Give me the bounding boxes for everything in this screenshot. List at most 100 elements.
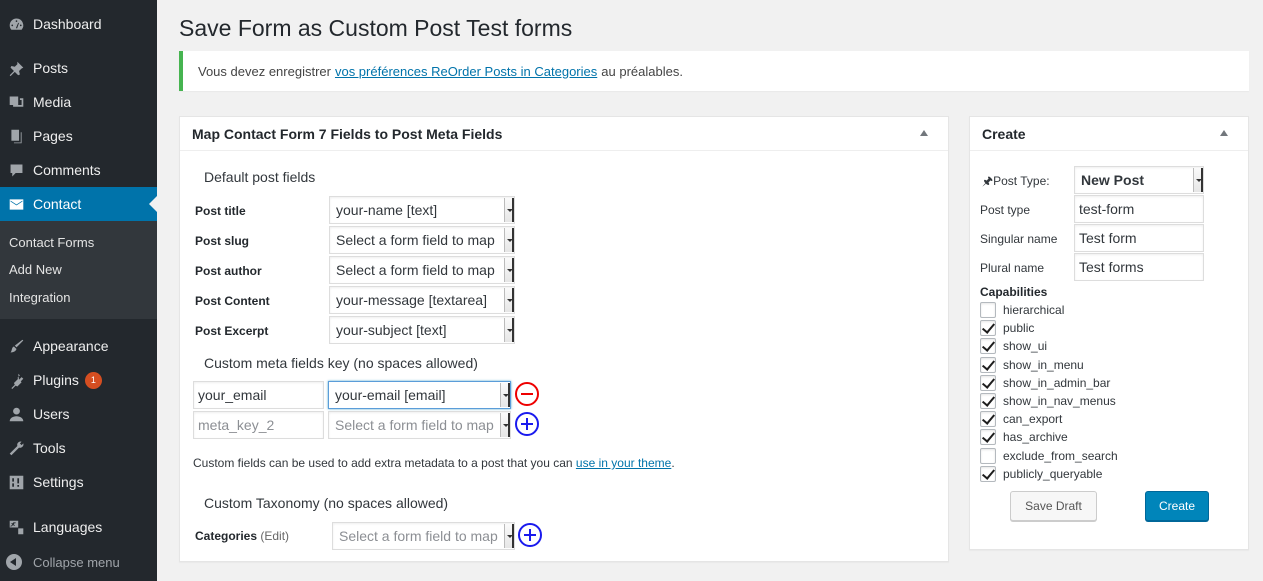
collapse-label: Collapse menu	[33, 554, 120, 570]
capability-label: has_archive	[1003, 430, 1068, 444]
save-draft-button[interactable]: Save Draft	[1010, 491, 1097, 521]
plural-name-input[interactable]: Test forms	[1074, 253, 1204, 281]
select-value: Select a form field to map	[336, 262, 495, 278]
capability-label: show_in_nav_menus	[1003, 394, 1116, 408]
post-type-label-text: Post Type:	[993, 174, 1050, 188]
remove-meta-row-icon[interactable]	[515, 382, 539, 406]
pin-icon: 🖈	[982, 174, 994, 188]
postbox-header[interactable]: Map Contact Form 7 Fields to Post Meta F…	[180, 117, 948, 151]
categories-edit-link[interactable]: (Edit)	[260, 529, 289, 543]
menu-dashboard[interactable]: Dashboard	[0, 7, 157, 41]
singular-name-input[interactable]: Test form	[1074, 224, 1204, 252]
menu-pages[interactable]: Pages	[0, 119, 157, 153]
menu-contact[interactable]: Contact	[0, 187, 157, 221]
menu-media[interactable]: Media	[0, 85, 157, 119]
menu-label: Tools	[33, 440, 66, 456]
checkbox[interactable]	[980, 338, 996, 354]
capability-public[interactable]: public	[980, 320, 1034, 336]
submenu-add-new[interactable]: Add New	[9, 262, 62, 277]
add-meta-row-icon[interactable]	[515, 412, 539, 436]
postbox-header[interactable]: Create	[970, 117, 1248, 151]
submenu-contact-forms[interactable]: Contact Forms	[9, 235, 94, 250]
capability-show-ui[interactable]: show_ui	[980, 338, 1047, 354]
categories-label: Categories (Edit)	[195, 529, 289, 543]
categories-label-text: Categories	[195, 529, 258, 543]
menu-languages[interactable]: Languages	[0, 510, 157, 544]
taxonomy-select[interactable]: Select a form field to map	[332, 522, 515, 550]
notice-link[interactable]: vos préférences ReOrder Posts in Categor…	[335, 64, 597, 79]
capability-hierarchical[interactable]: hierarchical	[980, 302, 1064, 318]
capability-show-in-admin-bar[interactable]: show_in_admin_bar	[980, 375, 1110, 391]
menu-label: Contact	[33, 196, 82, 212]
post-slug-select[interactable]: Select a form field to map	[329, 226, 515, 254]
checkbox[interactable]	[980, 357, 996, 373]
use-in-theme-link[interactable]: use in your theme	[576, 456, 671, 470]
dropdown-arrow-icon	[504, 258, 514, 282]
capability-publicly-queryable[interactable]: publicly_queryable	[980, 466, 1102, 482]
postbox-title: Map Contact Form 7 Fields to Post Meta F…	[192, 125, 503, 142]
post-content-select[interactable]: your-message [textarea]	[329, 286, 515, 314]
post-author-select[interactable]: Select a form field to map	[329, 256, 515, 284]
create-button[interactable]: Create	[1145, 491, 1209, 521]
checkbox[interactable]	[980, 393, 996, 409]
post-type-slug-input[interactable]: test-form	[1074, 195, 1204, 223]
menu-settings[interactable]: Settings	[0, 465, 157, 499]
menu-plugins[interactable]: Plugins 1	[0, 363, 157, 397]
notice-banner: Vous devez enregistrer vos préférences R…	[179, 51, 1249, 91]
menu-tools[interactable]: Tools	[0, 431, 157, 465]
dropdown-arrow-icon	[504, 228, 514, 252]
menu-posts[interactable]: Posts	[0, 51, 157, 85]
capability-has-archive[interactable]: has_archive	[980, 429, 1068, 445]
checkbox[interactable]	[980, 466, 996, 482]
select-value: your-email [email]	[335, 387, 446, 403]
capabilities-heading: Capabilities	[980, 285, 1048, 299]
dashboard-icon	[7, 15, 25, 33]
select-value: your-message [textarea]	[336, 292, 487, 308]
post-type-select[interactable]: New Post	[1074, 166, 1204, 194]
menu-label: Posts	[33, 60, 69, 76]
post-excerpt-select[interactable]: your-subject [text]	[329, 316, 515, 344]
checkbox[interactable]	[980, 302, 996, 318]
post-title-select[interactable]: your-name [text]	[329, 196, 515, 224]
submenu-integration[interactable]: Integration	[9, 290, 70, 305]
plugin-icon	[7, 371, 25, 389]
capability-can-export[interactable]: can_export	[980, 411, 1062, 427]
capability-exclude-from-search[interactable]: exclude_from_search	[980, 448, 1118, 464]
menu-label: Settings	[33, 474, 84, 490]
dropdown-arrow-icon	[500, 413, 510, 437]
capability-label: show_in_menu	[1003, 358, 1084, 372]
contact-submenu: Contact Forms Add New Integration	[0, 221, 157, 319]
capability-show-in-menu[interactable]: show_in_menu	[980, 357, 1084, 373]
capability-show-in-nav-menus[interactable]: show_in_nav_menus	[980, 393, 1116, 409]
menu-label: Pages	[33, 128, 73, 144]
menu-comments[interactable]: Comments	[0, 153, 157, 187]
post-author-label: Post author	[195, 264, 262, 278]
translate-icon	[7, 518, 25, 536]
checkbox[interactable]	[980, 411, 996, 427]
checkbox[interactable]	[980, 320, 996, 336]
meta-key-input-2[interactable]: meta_key_2	[193, 411, 324, 439]
menu-label: Appearance	[33, 338, 109, 354]
select-value: your-name [text]	[336, 202, 438, 218]
post-slug-label: Post slug	[195, 234, 250, 248]
menu-label: Dashboard	[33, 16, 102, 32]
collapse-menu-button[interactable]: Collapse menu	[0, 549, 157, 575]
collapse-toggle-icon[interactable]	[1220, 130, 1228, 136]
help-text-before: Custom fields can be used to add extra m…	[193, 456, 573, 470]
dropdown-arrow-icon	[500, 383, 510, 407]
menu-label: Users	[33, 406, 70, 422]
select-value: Select a form field to map	[339, 528, 498, 544]
checkbox[interactable]	[980, 375, 996, 391]
checkbox[interactable]	[980, 429, 996, 445]
meta-value-select-1[interactable]: your-email [email]	[328, 381, 511, 409]
menu-users[interactable]: Users	[0, 397, 157, 431]
add-taxonomy-icon[interactable]	[518, 523, 542, 547]
meta-value-select-2[interactable]: Select a form field to map	[328, 411, 511, 439]
meta-key-input-1[interactable]: your_email	[193, 381, 324, 409]
collapse-toggle-icon[interactable]	[920, 130, 928, 136]
checkbox[interactable]	[980, 448, 996, 464]
capability-label: can_export	[1003, 412, 1063, 426]
menu-appearance[interactable]: Appearance	[0, 329, 157, 363]
wrench-icon	[7, 439, 25, 457]
comment-icon	[7, 161, 25, 179]
